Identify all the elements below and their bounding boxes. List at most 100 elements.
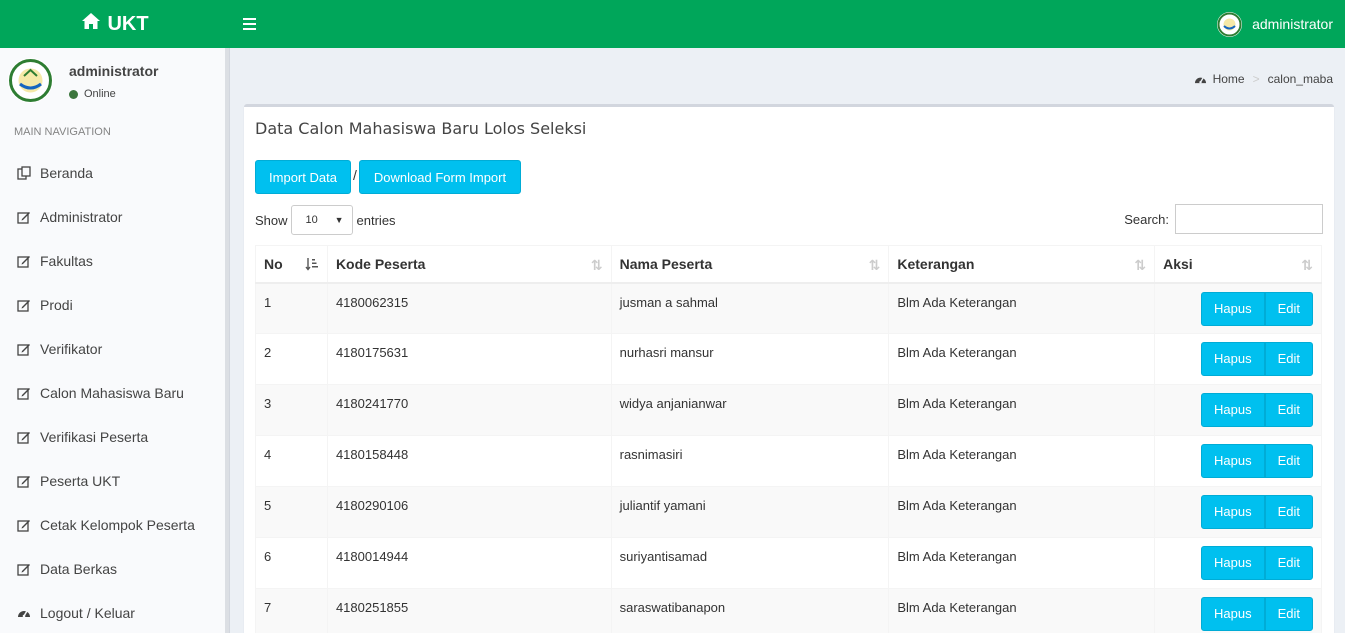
column-header-nama-peserta[interactable]: Nama Peserta ⇅	[610, 245, 890, 284]
cell-no: 7	[255, 588, 328, 633]
sidebar-item-calon-mahasiswa-baru[interactable]: Calon Mahasiswa Baru	[0, 371, 225, 415]
cell-keterangan: Blm Ada Keterangan	[888, 537, 1156, 589]
sort-icon: ⇅	[868, 257, 881, 273]
sidebar-item-label: Cetak Kelompok Peserta	[40, 517, 195, 533]
column-header-no[interactable]: No	[255, 245, 328, 284]
show-label: Show	[255, 212, 288, 228]
column-header-kode-peserta[interactable]: Kode Peserta ⇅	[326, 245, 612, 284]
cell-nama: widya anjanianwar	[610, 384, 890, 436]
cell-kode: 4180158448	[326, 435, 612, 487]
cell-kode: 4180175631	[326, 333, 612, 385]
breadcrumb-home[interactable]: Home	[1213, 72, 1245, 86]
column-label: Nama Peserta	[619, 255, 713, 272]
import-data-button[interactable]: Import Data	[255, 160, 351, 194]
sidebar-toggle-icon[interactable]	[243, 15, 257, 33]
cell-keterangan: Blm Ada Keterangan	[888, 384, 1156, 436]
table-row: 1 4180062315 jusman a sahmal Blm Ada Ket…	[255, 282, 1322, 334]
cell-kode: 4180290106	[326, 486, 612, 538]
edit-icon	[17, 298, 31, 312]
cell-keterangan: Blm Ada Keterangan	[888, 282, 1156, 334]
hapus-button[interactable]: Hapus	[1201, 495, 1265, 529]
cell-keterangan: Blm Ada Keterangan	[888, 333, 1156, 385]
user-menu[interactable]: administrator	[1217, 0, 1333, 48]
hapus-button[interactable]: Hapus	[1201, 546, 1265, 580]
column-label: Keterangan	[897, 255, 975, 272]
header-username: administrator	[1252, 16, 1333, 32]
edit-button[interactable]: Edit	[1264, 342, 1313, 376]
cell-aksi: Hapus Edit	[1154, 588, 1322, 633]
breadcrumb: Home > calon_maba	[1194, 72, 1333, 86]
sidebar-item-fakultas[interactable]: Fakultas	[0, 239, 225, 283]
edit-button[interactable]: Edit	[1264, 393, 1313, 427]
cell-aksi: Hapus Edit	[1154, 384, 1322, 436]
download-form-import-button[interactable]: Download Form Import	[359, 160, 521, 194]
table-row: 6 4180014944 suriyantisamad Blm Ada Kete…	[255, 537, 1322, 589]
edit-button[interactable]: Edit	[1264, 597, 1313, 631]
column-label: No	[264, 255, 283, 272]
edit-button[interactable]: Edit	[1264, 291, 1313, 326]
column-header-keterangan[interactable]: Keterangan ⇅	[888, 245, 1156, 284]
copy-icon	[17, 166, 31, 180]
edit-button[interactable]: Edit	[1264, 444, 1313, 478]
cell-no: 1	[255, 282, 328, 334]
sidebar-item-label: Peserta UKT	[40, 473, 121, 489]
edit-icon	[17, 386, 31, 400]
cell-aksi: Hapus Edit	[1154, 537, 1322, 589]
edit-icon	[17, 254, 31, 268]
edit-button[interactable]: Edit	[1264, 546, 1313, 580]
sidebar-username: administrator	[69, 63, 159, 79]
dashboard-icon	[17, 606, 31, 620]
hapus-button[interactable]: Hapus	[1201, 342, 1265, 376]
sidebar-item-label: Verifikator	[40, 341, 103, 357]
sidebar-item-label: Data Berkas	[40, 561, 118, 577]
search-input[interactable]	[1175, 204, 1323, 234]
cell-kode: 4180251855	[326, 588, 612, 633]
sort-asc-icon	[305, 257, 319, 274]
sidebar-item-verifikasi-peserta[interactable]: Verifikasi Peserta	[0, 415, 225, 459]
edit-icon	[17, 562, 31, 576]
sidebar-item-verifikator[interactable]: Verifikator	[0, 327, 225, 371]
app-logo[interactable]: UKT	[0, 0, 230, 48]
sidebar-item-administrator[interactable]: Administrator	[0, 195, 225, 239]
cell-no: 3	[255, 384, 328, 436]
cell-aksi: Hapus Edit	[1154, 435, 1322, 487]
edit-button[interactable]: Edit	[1264, 495, 1313, 529]
search-control: Search:	[1124, 204, 1323, 234]
cell-keterangan: Blm Ada Keterangan	[888, 588, 1156, 633]
caret-down-icon: ▼	[334, 215, 344, 225]
edit-icon	[17, 518, 31, 532]
sidebar-item-prodi[interactable]: Prodi	[0, 283, 225, 327]
sidebar-item-beranda[interactable]: Beranda	[0, 151, 225, 195]
column-header-aksi[interactable]: Aksi ⇅	[1154, 245, 1322, 284]
search-label: Search:	[1124, 211, 1169, 227]
edit-icon	[17, 210, 31, 224]
sidebar-item-peserta-ukt[interactable]: Peserta UKT	[0, 459, 225, 503]
column-label: Kode Peserta	[335, 255, 426, 272]
cell-aksi: Hapus Edit	[1154, 282, 1322, 334]
breadcrumb-separator: >	[1252, 72, 1260, 86]
cell-keterangan: Blm Ada Keterangan	[888, 486, 1156, 538]
cell-nama: suriyantisamad	[610, 537, 890, 589]
sidebar-item-label: Beranda	[40, 165, 93, 181]
table-row: 2 4180175631 nurhasri mansur Blm Ada Ket…	[255, 333, 1322, 385]
entries-value: 10	[305, 214, 318, 226]
cell-aksi: Hapus Edit	[1154, 333, 1322, 385]
sort-icon: ⇅	[590, 257, 603, 273]
table-row: 3 4180241770 widya anjanianwar Blm Ada K…	[255, 384, 1322, 436]
sidebar-item-label: Verifikasi Peserta	[40, 429, 149, 445]
hapus-button[interactable]: Hapus	[1201, 393, 1265, 427]
entries-select[interactable]: 10 ▼	[290, 205, 353, 235]
user-status: Online	[69, 88, 116, 100]
hapus-button[interactable]: Hapus	[1201, 597, 1265, 631]
sidebar-item-data-berkas[interactable]: Data Berkas	[0, 547, 225, 591]
cell-no: 6	[255, 537, 328, 589]
cell-nama: jusman a sahmal	[610, 282, 890, 334]
sidebar-scrollbar[interactable]	[225, 48, 229, 633]
sidebar-item-cetak-kelompok-peserta[interactable]: Cetak Kelompok Peserta	[0, 503, 225, 547]
table-row: 7 4180251855 saraswatibanapon Blm Ada Ke…	[255, 588, 1322, 633]
page-title: Data Calon Mahasiswa Baru Lolos Seleksi	[255, 119, 587, 138]
hapus-button[interactable]: Hapus	[1201, 291, 1265, 326]
hapus-button[interactable]: Hapus	[1201, 444, 1265, 478]
sidebar: administrator Online MAIN NAVIGATION Ber…	[0, 48, 230, 633]
sidebar-item-logout[interactable]: Logout / Keluar	[0, 591, 225, 633]
